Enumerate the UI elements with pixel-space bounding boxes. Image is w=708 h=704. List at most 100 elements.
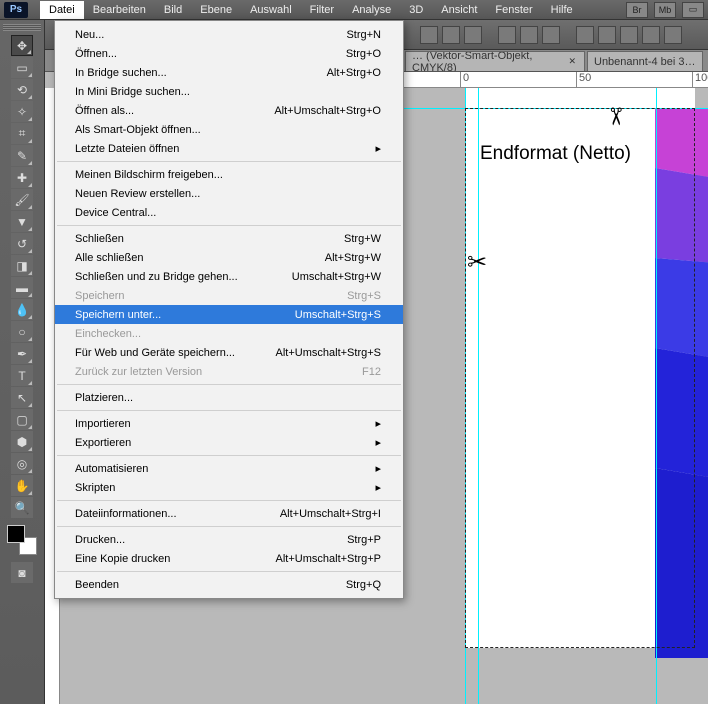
- menu-item-label: Speichern: [75, 290, 125, 302]
- menu-item[interactable]: Exportieren: [55, 433, 403, 452]
- menu-shortcut: Strg+P: [347, 534, 381, 546]
- color-swatches[interactable]: [7, 525, 37, 555]
- mode-screen-button[interactable]: ▭: [682, 2, 704, 18]
- menu-item[interactable]: In Mini Bridge suchen...: [55, 82, 403, 101]
- menu-hilfe[interactable]: Hilfe: [542, 1, 582, 19]
- dodge-tool[interactable]: ○: [11, 321, 33, 342]
- 3d-tool[interactable]: ⬢: [11, 431, 33, 452]
- ruler-tick: 0: [460, 72, 469, 87]
- crop-tool[interactable]: ⌗: [11, 123, 33, 144]
- menu-item[interactable]: Automatisieren: [55, 459, 403, 478]
- menu-item[interactable]: Neu...Strg+N: [55, 25, 403, 44]
- pen-tool[interactable]: ✒: [11, 343, 33, 364]
- align-bottom-icon[interactable]: [542, 26, 560, 44]
- format-label: Endformat (Netto): [480, 143, 631, 165]
- menu-analyse[interactable]: Analyse: [343, 1, 400, 19]
- menu-item[interactable]: Meinen Bildschirm freigeben...: [55, 165, 403, 184]
- menu-separator: [57, 571, 401, 572]
- document-tab[interactable]: Unbenannt-4 bei 3…: [587, 51, 703, 71]
- menu-item[interactable]: Öffnen...Strg+O: [55, 44, 403, 63]
- marquee-tool[interactable]: ▭: [11, 57, 33, 78]
- menu-item-label: Exportieren: [75, 437, 131, 449]
- distribute-spacing-icon[interactable]: [620, 26, 638, 44]
- hand-tool[interactable]: ✋: [11, 475, 33, 496]
- tab-label: … (Vektor-Smart-Objekt, CMYK/8): [412, 51, 562, 71]
- menu-item[interactable]: Drucken... Strg+P: [55, 530, 403, 549]
- path-select-tool[interactable]: ↖: [11, 387, 33, 408]
- menu-item[interactable]: Device Central...: [55, 203, 403, 222]
- align-left-icon[interactable]: [420, 26, 438, 44]
- menu-item[interactable]: SchließenStrg+W: [55, 229, 403, 248]
- menu-item[interactable]: Schließen und zu Bridge gehen...Umschalt…: [55, 267, 403, 286]
- ruler-tick: 100: [692, 72, 708, 87]
- menu-item[interactable]: Für Web und Geräte speichern...Alt+Umsch…: [55, 343, 403, 362]
- menu-item[interactable]: Importieren: [55, 414, 403, 433]
- distribute-v-icon[interactable]: [598, 26, 616, 44]
- menu-separator: [57, 225, 401, 226]
- menu-shortcut: Strg+W: [344, 233, 381, 245]
- menu-item[interactable]: Platzieren...: [55, 388, 403, 407]
- gradient-tool[interactable]: ▬: [11, 277, 33, 298]
- menu-datei[interactable]: Datei: [40, 1, 84, 19]
- quickmask-button[interactable]: ◙: [11, 562, 33, 583]
- menu-item[interactable]: Skripten: [55, 478, 403, 497]
- lasso-tool[interactable]: ⟲: [11, 79, 33, 100]
- menu-item-label: Alle schließen: [75, 252, 143, 264]
- menu-filter[interactable]: Filter: [301, 1, 343, 19]
- blur-tool[interactable]: 💧: [11, 299, 33, 320]
- heal-tool[interactable]: ✚: [11, 167, 33, 188]
- menu-item-label: Neuen Review erstellen...: [75, 188, 200, 200]
- menu-item-label: Neu...: [75, 29, 104, 41]
- menu-shortcut: Umschalt+Strg+S: [295, 309, 381, 321]
- align-center-h-icon[interactable]: [442, 26, 460, 44]
- foreground-color-swatch[interactable]: [7, 525, 25, 543]
- menu-item-label: Drucken...: [75, 534, 125, 546]
- menu-separator: [57, 526, 401, 527]
- shape-tool[interactable]: ▢: [11, 409, 33, 430]
- menu-item-label: Importieren: [75, 418, 131, 430]
- menu-item[interactable]: Eine Kopie druckenAlt+Umschalt+Strg+P: [55, 549, 403, 568]
- menu-ebene[interactable]: Ebene: [191, 1, 241, 19]
- align-right-icon[interactable]: [464, 26, 482, 44]
- menu-fenster[interactable]: Fenster: [486, 1, 541, 19]
- wand-tool[interactable]: ✧: [11, 101, 33, 122]
- type-tool[interactable]: T: [11, 365, 33, 386]
- menu-item-label: Device Central...: [75, 207, 156, 219]
- menu-3d[interactable]: 3D: [400, 1, 432, 19]
- menu-bild[interactable]: Bild: [155, 1, 191, 19]
- mode-mb-button[interactable]: Mb: [654, 2, 676, 18]
- menu-item[interactable]: Neuen Review erstellen...: [55, 184, 403, 203]
- menu-item[interactable]: Alle schließenAlt+Strg+W: [55, 248, 403, 267]
- brush-tool[interactable]: 🖌: [11, 189, 33, 210]
- menu-bearbeiten[interactable]: Bearbeiten: [84, 1, 155, 19]
- menu-item[interactable]: Letzte Dateien öffnen: [55, 139, 403, 158]
- 3d-camera-tool[interactable]: ◎: [11, 453, 33, 474]
- menu-item[interactable]: In Bridge suchen...Alt+Strg+O: [55, 63, 403, 82]
- menu-item[interactable]: BeendenStrg+Q: [55, 575, 403, 594]
- menu-item[interactable]: Dateiinformationen...Alt+Umschalt+Strg+I: [55, 504, 403, 523]
- document-tab[interactable]: … (Vektor-Smart-Objekt, CMYK/8) ✕: [405, 51, 585, 71]
- stamp-tool[interactable]: ▼: [11, 211, 33, 232]
- align-top-icon[interactable]: [498, 26, 516, 44]
- menu-separator: [57, 500, 401, 501]
- distribute-h-icon[interactable]: [576, 26, 594, 44]
- extra-align-icon[interactable]: [664, 26, 682, 44]
- menu-item[interactable]: Öffnen als...Alt+Umschalt+Strg+O: [55, 101, 403, 120]
- menu-shortcut: Alt+Umschalt+Strg+S: [276, 347, 381, 359]
- align-center-v-icon[interactable]: [520, 26, 538, 44]
- eyedropper-tool[interactable]: ✎: [11, 145, 33, 166]
- menu-auswahl[interactable]: Auswahl: [241, 1, 301, 19]
- move-tool[interactable]: ✥: [11, 35, 33, 56]
- panel-handle[interactable]: [3, 24, 41, 31]
- auto-align-icon[interactable]: [642, 26, 660, 44]
- close-icon[interactable]: ✕: [566, 56, 578, 67]
- menu-item[interactable]: Speichern unter...Umschalt+Strg+S: [55, 305, 403, 324]
- zoom-tool[interactable]: 🔍: [11, 497, 33, 518]
- menu-shortcut: Strg+S: [347, 290, 381, 302]
- menu-item[interactable]: Als Smart-Objekt öffnen...: [55, 120, 403, 139]
- mode-br-button[interactable]: Br: [626, 2, 648, 18]
- history-brush-tool[interactable]: ↺: [11, 233, 33, 254]
- menu-ansicht[interactable]: Ansicht: [432, 1, 486, 19]
- crop-marks: [465, 108, 695, 648]
- eraser-tool[interactable]: ◨: [11, 255, 33, 276]
